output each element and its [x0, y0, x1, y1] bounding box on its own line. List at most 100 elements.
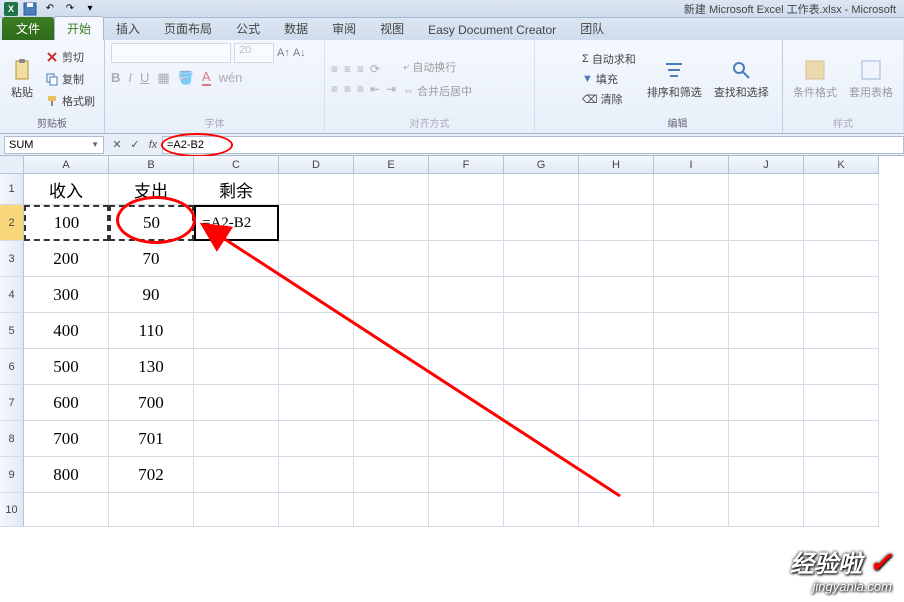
cell-J7[interactable]: [729, 385, 804, 421]
cell-A10[interactable]: [24, 493, 109, 527]
col-header-F[interactable]: F: [429, 156, 504, 174]
cell-H4[interactable]: [579, 277, 654, 313]
tab-home[interactable]: 开始: [54, 16, 104, 40]
cell-A7[interactable]: 600: [24, 385, 109, 421]
copy-button[interactable]: 复制: [42, 70, 98, 88]
cell-B6[interactable]: 130: [109, 349, 194, 385]
redo-icon[interactable]: ↷: [62, 1, 78, 17]
cell-D10[interactable]: [279, 493, 354, 527]
cell-C3[interactable]: [194, 241, 279, 277]
cell-J8[interactable]: [729, 421, 804, 457]
font-color-button[interactable]: A: [202, 69, 211, 86]
row-header-3[interactable]: 3: [0, 241, 24, 277]
cell-B1[interactable]: 支出: [109, 174, 194, 205]
cell-J2[interactable]: [729, 205, 804, 241]
table-format-button[interactable]: 套用表格: [845, 56, 897, 102]
cell-I10[interactable]: [654, 493, 729, 527]
tab-review[interactable]: 审阅: [320, 17, 368, 40]
cell-I3[interactable]: [654, 241, 729, 277]
cell-J4[interactable]: [729, 277, 804, 313]
cell-G3[interactable]: [504, 241, 579, 277]
cell-H1[interactable]: [579, 174, 654, 205]
select-all-corner[interactable]: [0, 156, 24, 174]
cell-D8[interactable]: [279, 421, 354, 457]
col-header-H[interactable]: H: [579, 156, 654, 174]
row-header-5[interactable]: 5: [0, 313, 24, 349]
cell-C9[interactable]: [194, 457, 279, 493]
cell-K6[interactable]: [804, 349, 879, 385]
wrap-text-button[interactable]: ⤶自动换行: [400, 58, 475, 76]
col-header-K[interactable]: K: [804, 156, 879, 174]
cell-G8[interactable]: [504, 421, 579, 457]
cell-J10[interactable]: [729, 493, 804, 527]
underline-button[interactable]: U: [140, 70, 149, 85]
indent-inc-icon[interactable]: ⇥: [386, 82, 396, 96]
row-header-1[interactable]: 1: [0, 174, 24, 205]
align-top-icon[interactable]: ≡: [331, 62, 338, 76]
grow-font-icon[interactable]: A↑: [277, 47, 290, 59]
cell-K5[interactable]: [804, 313, 879, 349]
cell-K9[interactable]: [804, 457, 879, 493]
spreadsheet-grid[interactable]: ABCDEFGHIJK 12345678910 收入支出剩余10050=A2-B…: [0, 156, 904, 602]
cell-A3[interactable]: 200: [24, 241, 109, 277]
cut-button[interactable]: 剪切: [42, 48, 98, 66]
cell-I1[interactable]: [654, 174, 729, 205]
tab-data[interactable]: 数据: [272, 17, 320, 40]
cell-B4[interactable]: 90: [109, 277, 194, 313]
save-icon[interactable]: [22, 1, 38, 17]
formula-input[interactable]: =A2-B2: [162, 136, 904, 154]
align-right-icon[interactable]: ≡: [357, 82, 364, 96]
cell-F5[interactable]: [429, 313, 504, 349]
cancel-formula-icon[interactable]: ✕: [108, 138, 126, 151]
undo-icon[interactable]: ↶: [42, 1, 58, 17]
row-header-7[interactable]: 7: [0, 385, 24, 421]
row-header-6[interactable]: 6: [0, 349, 24, 385]
cell-F1[interactable]: [429, 174, 504, 205]
cell-E7[interactable]: [354, 385, 429, 421]
col-header-D[interactable]: D: [279, 156, 354, 174]
col-header-B[interactable]: B: [109, 156, 194, 174]
border-button[interactable]: ▦: [157, 70, 169, 86]
cell-K10[interactable]: [804, 493, 879, 527]
cell-E2[interactable]: [354, 205, 429, 241]
col-header-A[interactable]: A: [24, 156, 109, 174]
cell-D5[interactable]: [279, 313, 354, 349]
font-name-select[interactable]: [111, 43, 231, 63]
cell-I6[interactable]: [654, 349, 729, 385]
row-header-2[interactable]: 2: [0, 205, 24, 241]
cell-F3[interactable]: [429, 241, 504, 277]
cell-K4[interactable]: [804, 277, 879, 313]
cell-E9[interactable]: [354, 457, 429, 493]
cell-A4[interactable]: 300: [24, 277, 109, 313]
cell-K7[interactable]: [804, 385, 879, 421]
cell-J9[interactable]: [729, 457, 804, 493]
cell-F9[interactable]: [429, 457, 504, 493]
clear-button[interactable]: ⌫清除: [579, 90, 639, 108]
cell-C2[interactable]: =A2-B2: [194, 205, 279, 241]
cell-J3[interactable]: [729, 241, 804, 277]
cell-E1[interactable]: [354, 174, 429, 205]
cell-D6[interactable]: [279, 349, 354, 385]
row-header-10[interactable]: 10: [0, 493, 24, 527]
cell-G7[interactable]: [504, 385, 579, 421]
cell-F2[interactable]: [429, 205, 504, 241]
autosum-button[interactable]: Σ自动求和: [579, 50, 639, 68]
conditional-format-button[interactable]: 条件格式: [789, 56, 841, 102]
cell-J1[interactable]: [729, 174, 804, 205]
cell-C8[interactable]: [194, 421, 279, 457]
fill-color-button[interactable]: 🪣: [178, 70, 194, 86]
col-header-J[interactable]: J: [729, 156, 804, 174]
tab-insert[interactable]: 插入: [104, 17, 152, 40]
paste-button[interactable]: 粘贴: [6, 56, 38, 102]
cell-K1[interactable]: [804, 174, 879, 205]
name-box[interactable]: SUM ▼: [4, 136, 104, 154]
align-center-icon[interactable]: ≡: [344, 82, 351, 96]
cell-I2[interactable]: [654, 205, 729, 241]
cell-H8[interactable]: [579, 421, 654, 457]
cell-H6[interactable]: [579, 349, 654, 385]
cell-F8[interactable]: [429, 421, 504, 457]
cell-E4[interactable]: [354, 277, 429, 313]
cell-D4[interactable]: [279, 277, 354, 313]
cell-I8[interactable]: [654, 421, 729, 457]
cell-E8[interactable]: [354, 421, 429, 457]
